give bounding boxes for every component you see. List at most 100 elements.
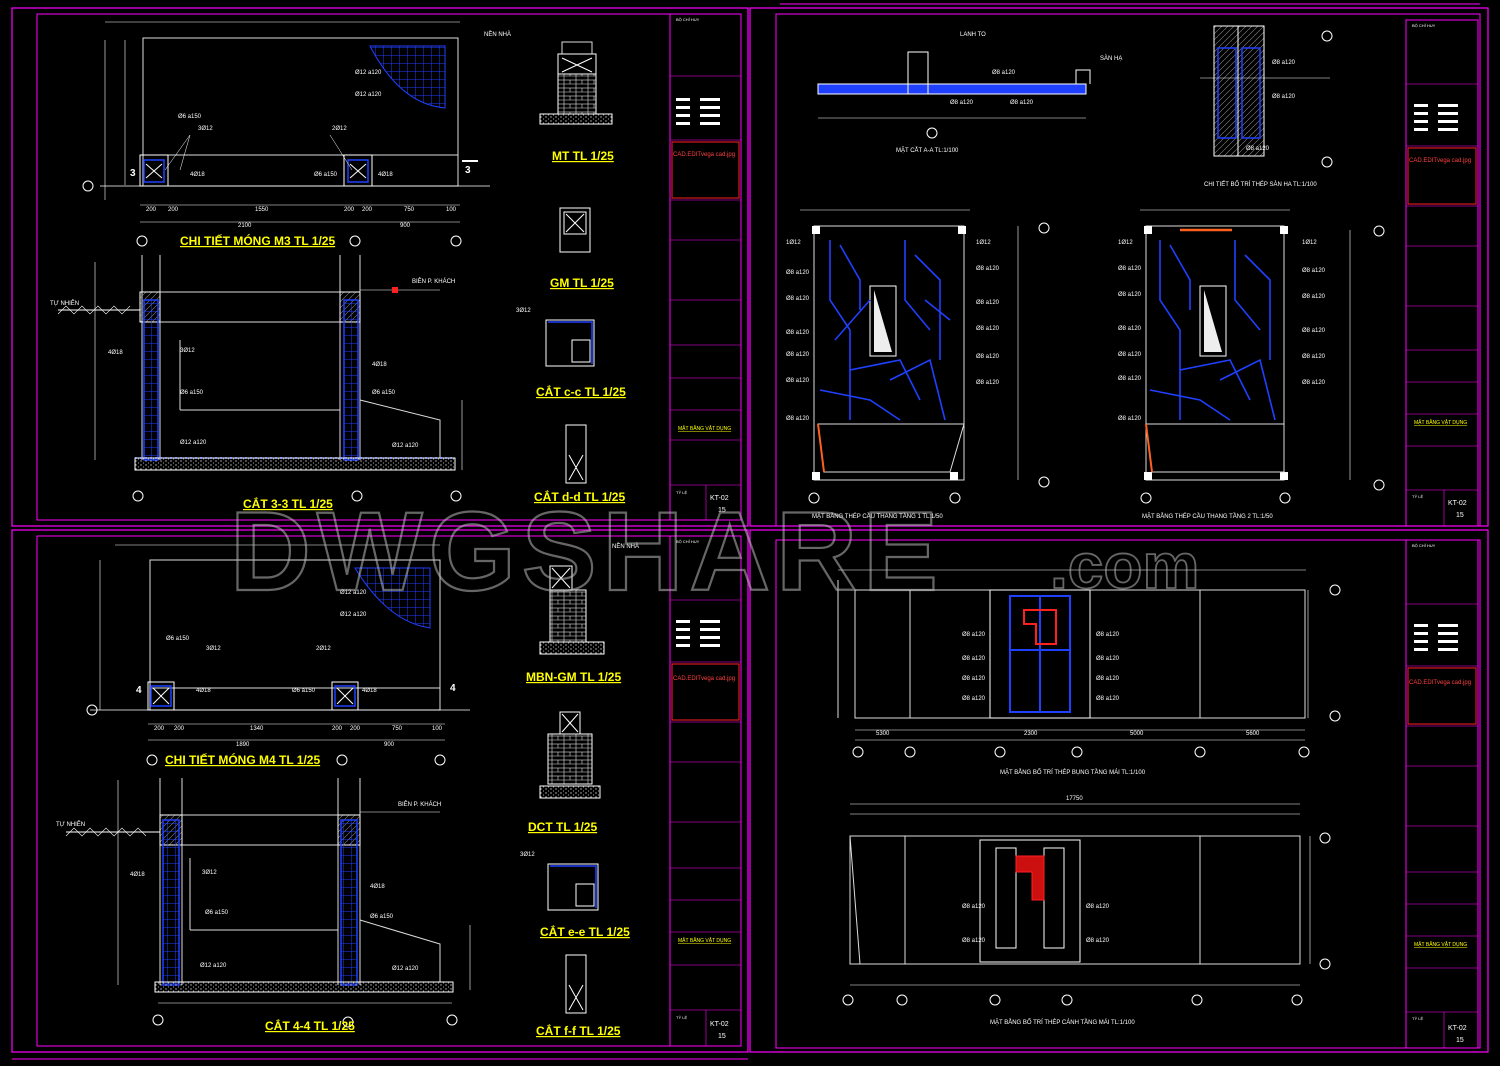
svg-text:Ø12 a120: Ø12 a120: [355, 70, 382, 76]
svg-text:Ø8 a120: Ø8 a120: [976, 380, 1000, 386]
detail-title: CẮT c-c TL 1/25: [536, 384, 626, 399]
svg-text:4Ø18: 4Ø18: [370, 884, 385, 890]
titleblock-sheet-4: BỘ CHỈ HUY CAD.EDITvega cad.jpg MẶT BẰNG…: [1405, 539, 1479, 1049]
drawing-title: CẮT 4-4 TL 1/25: [265, 1018, 355, 1033]
svg-text:750: 750: [392, 726, 403, 732]
drawing-title: MẶT BẰNG BỐ TRÍ THÉP CÁNH TẦNG MÁI TL:1/…: [990, 1018, 1135, 1026]
svg-text:2100: 2100: [238, 223, 252, 229]
svg-text:SÀN HẠ: SÀN HẠ: [1100, 55, 1122, 62]
svg-text:Ø8 a120: Ø8 a120: [1096, 656, 1120, 662]
svg-text:TỶ LỆ: TỶ LỆ: [1412, 1016, 1423, 1021]
svg-text:Ø12 a120: Ø12 a120: [392, 966, 419, 972]
section-mark: 4: [136, 685, 142, 696]
svg-text:Ø8 a120: Ø8 a120: [962, 656, 986, 662]
titleblock-sheet-3: BỘ CHỈ HUY CAD.EDITvega cad.jpg MẶT BẰNG…: [1405, 19, 1479, 527]
svg-text:Ø8 a120: Ø8 a120: [1302, 294, 1326, 300]
svg-text:200: 200: [174, 726, 185, 732]
drawing-title: MẶT CẮT A-A TL:1/100: [896, 146, 959, 154]
sheet-3-section-aa: LANH TO SÀN HẠ Ø8 a120 Ø8 a120 Ø8 a120 M…: [817, 32, 1122, 154]
detail-title: CẮT e-e TL 1/25: [540, 924, 630, 939]
drawing-canvas: BỘ CHỈ HUY CAD.EDITvega cad.jpg MẶT BẰNG…: [11, 3, 1489, 1060]
svg-text:1890: 1890: [236, 742, 250, 748]
svg-text:3Ø12: 3Ø12: [516, 308, 531, 314]
drawing-code: KT-02: [1448, 1025, 1467, 1032]
svg-text:Ø8 a120: Ø8 a120: [786, 296, 810, 302]
svg-text:Ø8 a120: Ø8 a120: [1118, 416, 1142, 422]
svg-text:1340: 1340: [250, 726, 264, 732]
sheet-3-stair-plan-2: 1Ø12 Ø8 a120 Ø8 a120 Ø8 a120 Ø8 a120 Ø8 …: [1118, 209, 1385, 520]
svg-text:TỰ NHIÊN: TỰ NHIÊN: [56, 820, 85, 828]
svg-text:Ø6 a150: Ø6 a150: [166, 636, 190, 642]
svg-text:900: 900: [400, 223, 411, 229]
svg-text:3Ø12: 3Ø12: [206, 646, 221, 652]
drawing-code: KT-02: [710, 1021, 729, 1028]
svg-text:MẶT BẰNG VẬT DỤNG: MẶT BẰNG VẬT DỤNG: [1414, 418, 1467, 426]
svg-text:Ø8 a120: Ø8 a120: [976, 326, 1000, 332]
svg-text:Ø12 a120: Ø12 a120: [200, 963, 227, 969]
svg-text:Ø8 a120: Ø8 a120: [1096, 676, 1120, 682]
svg-text:3: 3: [465, 165, 471, 176]
svg-text:Ø8 a120: Ø8 a120: [962, 696, 986, 702]
svg-text:4Ø18: 4Ø18: [130, 872, 145, 878]
sheet-3-stair-plan-1: 1Ø12 Ø8 a120 Ø8 a120 Ø8 a120 Ø8 a120 Ø8 …: [786, 209, 1050, 520]
svg-text:5300: 5300: [876, 731, 890, 737]
sheet-1-details: MT TL 1/25 NỀN NHÀ GM TL 1/25 3Ø12 CẮT c…: [484, 31, 626, 504]
svg-text:Ø12 a120: Ø12 a120: [392, 443, 419, 449]
svg-text:Ø8 a120: Ø8 a120: [1118, 326, 1142, 332]
svg-text:MẶT BẰNG VẬT DỤNG: MẶT BẰNG VẬT DỤNG: [678, 936, 731, 944]
svg-text:Ø8 a120: Ø8 a120: [976, 354, 1000, 360]
detail-title: DCT TL 1/25: [528, 820, 597, 834]
svg-text:Ø12 a120: Ø12 a120: [355, 92, 382, 98]
svg-text:200: 200: [154, 726, 165, 732]
svg-text:Ø6 a150: Ø6 a150: [372, 390, 396, 396]
sheet-1-frame: [11, 7, 749, 527]
sheet-3-slab-detail: Ø8 a120 Ø8 a120 Ø8 a120 CHI TIẾT BỐ TRÍ …: [1200, 25, 1333, 188]
svg-text:CAD.EDITvega cad.jpg: CAD.EDITvega cad.jpg: [673, 676, 735, 682]
svg-text:Ø8 a120: Ø8 a120: [786, 416, 810, 422]
svg-text:1Ø12: 1Ø12: [976, 240, 991, 246]
svg-text:Ø8 a120: Ø8 a120: [992, 70, 1016, 76]
detail-title: GM TL 1/25: [550, 276, 614, 290]
svg-text:2Ø12: 2Ø12: [316, 646, 331, 652]
svg-text:LANH TO: LANH TO: [960, 32, 986, 38]
svg-text:4Ø18: 4Ø18: [362, 688, 377, 694]
sheet-4-roof-wing-plan: 17750 Ø8 a120 Ø8 a120 Ø8 a120 Ø8 a120 MẶ…: [842, 796, 1331, 1026]
detail-title: MBN-GM TL 1/25: [526, 670, 621, 684]
svg-text:3Ø12: 3Ø12: [198, 126, 213, 132]
svg-text:5600: 5600: [1246, 731, 1260, 737]
svg-text:3Ø12: 3Ø12: [180, 348, 195, 354]
svg-text:1Ø12: 1Ø12: [1302, 240, 1317, 246]
svg-text:TỶ LỆ: TỶ LỆ: [676, 1015, 687, 1020]
svg-text:3Ø12: 3Ø12: [202, 870, 217, 876]
svg-text:Ø8 a120: Ø8 a120: [1118, 376, 1142, 382]
svg-text:5000: 5000: [1130, 731, 1144, 737]
sheet-1-section-3-3: TỰ NHIÊN BIÊN P. KHÁCH 4Ø18 3Ø12 4Ø18 Ø6…: [50, 255, 463, 511]
svg-text:4Ø18: 4Ø18: [372, 362, 387, 368]
watermark-suffix: .com: [1050, 530, 1199, 602]
svg-text:Ø6 a150: Ø6 a150: [370, 914, 394, 920]
svg-text:Ø8 a120: Ø8 a120: [786, 330, 810, 336]
svg-text:Ø8 a120: Ø8 a120: [950, 100, 974, 106]
sheet-2-details: NỀN NHÀ MBN-GM TL 1/25 DCT TL 1/25 3Ø12 …: [520, 543, 639, 1038]
svg-text:Ø8 a120: Ø8 a120: [976, 266, 1000, 272]
svg-text:Ø8 a120: Ø8 a120: [786, 270, 810, 276]
svg-text:Ø8 a120: Ø8 a120: [1246, 146, 1270, 152]
svg-text:100: 100: [446, 207, 457, 213]
svg-text:200: 200: [362, 207, 373, 213]
svg-text:Ø8 a120: Ø8 a120: [1118, 266, 1142, 272]
detail-title: MT TL 1/25: [552, 149, 614, 163]
svg-text:200: 200: [146, 207, 157, 213]
svg-text:MẶT BẰNG VẬT DỤNG: MẶT BẰNG VẬT DỤNG: [1414, 940, 1467, 948]
svg-text:200: 200: [168, 207, 179, 213]
watermark-text: DWGSHARE: [230, 489, 944, 614]
svg-text:Ø8 a120: Ø8 a120: [1086, 938, 1110, 944]
svg-text:Ø6 a150: Ø6 a150: [314, 172, 338, 178]
svg-text:750: 750: [404, 207, 415, 213]
svg-text:Ø8 a120: Ø8 a120: [786, 352, 810, 358]
svg-text:Ø8 a120: Ø8 a120: [1302, 328, 1326, 334]
svg-text:Ø8 a120: Ø8 a120: [1302, 354, 1326, 360]
svg-text:200: 200: [350, 726, 361, 732]
svg-text:2Ø12: 2Ø12: [332, 126, 347, 132]
drawing-code: KT-02: [1448, 500, 1467, 507]
svg-text:200: 200: [332, 726, 343, 732]
